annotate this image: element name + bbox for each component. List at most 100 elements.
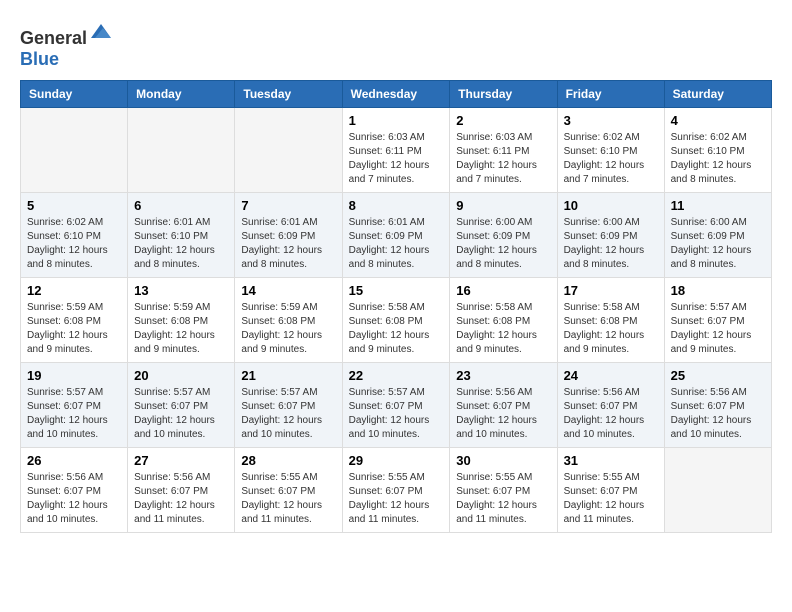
calendar-cell: 2 Sunrise: 6:03 AM Sunset: 6:11 PM Dayli… xyxy=(450,108,557,193)
day-info: Sunrise: 5:59 AM Sunset: 6:08 PM Dayligh… xyxy=(241,301,335,357)
calendar-cell: 3 Sunrise: 6:02 AM Sunset: 6:10 PM Dayli… xyxy=(557,108,664,193)
day-number: 11 xyxy=(671,198,765,213)
day-info: Sunrise: 6:00 AM Sunset: 6:09 PM Dayligh… xyxy=(456,216,550,272)
weekday-sunday: Sunday xyxy=(21,81,128,108)
day-number: 17 xyxy=(564,283,658,298)
day-info: Sunrise: 5:55 AM Sunset: 6:07 PM Dayligh… xyxy=(349,471,444,527)
day-info: Sunrise: 5:59 AM Sunset: 6:08 PM Dayligh… xyxy=(134,301,228,357)
day-number: 25 xyxy=(671,368,765,383)
day-number: 6 xyxy=(134,198,228,213)
calendar-cell xyxy=(664,448,771,533)
calendar-week-2: 5 Sunrise: 6:02 AM Sunset: 6:10 PM Dayli… xyxy=(21,193,772,278)
day-number: 5 xyxy=(27,198,121,213)
day-info: Sunrise: 6:01 AM Sunset: 6:10 PM Dayligh… xyxy=(134,216,228,272)
calendar-cell: 14 Sunrise: 5:59 AM Sunset: 6:08 PM Dayl… xyxy=(235,278,342,363)
day-number: 21 xyxy=(241,368,335,383)
day-info: Sunrise: 6:02 AM Sunset: 6:10 PM Dayligh… xyxy=(27,216,121,272)
day-number: 8 xyxy=(349,198,444,213)
day-number: 15 xyxy=(349,283,444,298)
day-info: Sunrise: 6:03 AM Sunset: 6:11 PM Dayligh… xyxy=(349,131,444,187)
calendar-cell: 12 Sunrise: 5:59 AM Sunset: 6:08 PM Dayl… xyxy=(21,278,128,363)
day-info: Sunrise: 5:58 AM Sunset: 6:08 PM Dayligh… xyxy=(456,301,550,357)
weekday-saturday: Saturday xyxy=(664,81,771,108)
calendar-cell: 11 Sunrise: 6:00 AM Sunset: 6:09 PM Dayl… xyxy=(664,193,771,278)
calendar-week-4: 19 Sunrise: 5:57 AM Sunset: 6:07 PM Dayl… xyxy=(21,363,772,448)
day-number: 2 xyxy=(456,113,550,128)
day-number: 27 xyxy=(134,453,228,468)
day-info: Sunrise: 5:55 AM Sunset: 6:07 PM Dayligh… xyxy=(564,471,658,527)
calendar-cell: 5 Sunrise: 6:02 AM Sunset: 6:10 PM Dayli… xyxy=(21,193,128,278)
calendar-cell xyxy=(21,108,128,193)
day-number: 23 xyxy=(456,368,550,383)
calendar-cell: 17 Sunrise: 5:58 AM Sunset: 6:08 PM Dayl… xyxy=(557,278,664,363)
weekday-monday: Monday xyxy=(128,81,235,108)
calendar-cell: 4 Sunrise: 6:02 AM Sunset: 6:10 PM Dayli… xyxy=(664,108,771,193)
day-number: 3 xyxy=(564,113,658,128)
day-number: 1 xyxy=(349,113,444,128)
day-number: 24 xyxy=(564,368,658,383)
calendar-cell: 24 Sunrise: 5:56 AM Sunset: 6:07 PM Dayl… xyxy=(557,363,664,448)
day-number: 12 xyxy=(27,283,121,298)
day-info: Sunrise: 6:00 AM Sunset: 6:09 PM Dayligh… xyxy=(671,216,765,272)
day-number: 28 xyxy=(241,453,335,468)
day-number: 19 xyxy=(27,368,121,383)
calendar-cell: 22 Sunrise: 5:57 AM Sunset: 6:07 PM Dayl… xyxy=(342,363,450,448)
calendar-cell: 16 Sunrise: 5:58 AM Sunset: 6:08 PM Dayl… xyxy=(450,278,557,363)
day-info: Sunrise: 5:58 AM Sunset: 6:08 PM Dayligh… xyxy=(349,301,444,357)
day-info: Sunrise: 5:56 AM Sunset: 6:07 PM Dayligh… xyxy=(456,386,550,442)
calendar-table: SundayMondayTuesdayWednesdayThursdayFrid… xyxy=(20,80,772,533)
day-info: Sunrise: 6:00 AM Sunset: 6:09 PM Dayligh… xyxy=(564,216,658,272)
day-number: 30 xyxy=(456,453,550,468)
day-info: Sunrise: 5:58 AM Sunset: 6:08 PM Dayligh… xyxy=(564,301,658,357)
calendar-cell: 19 Sunrise: 5:57 AM Sunset: 6:07 PM Dayl… xyxy=(21,363,128,448)
day-info: Sunrise: 5:59 AM Sunset: 6:08 PM Dayligh… xyxy=(27,301,121,357)
calendar-cell: 27 Sunrise: 5:56 AM Sunset: 6:07 PM Dayl… xyxy=(128,448,235,533)
logo-general: General xyxy=(20,28,87,48)
weekday-wednesday: Wednesday xyxy=(342,81,450,108)
weekday-header-row: SundayMondayTuesdayWednesdayThursdayFrid… xyxy=(21,81,772,108)
day-number: 18 xyxy=(671,283,765,298)
calendar-cell: 23 Sunrise: 5:56 AM Sunset: 6:07 PM Dayl… xyxy=(450,363,557,448)
calendar-cell: 8 Sunrise: 6:01 AM Sunset: 6:09 PM Dayli… xyxy=(342,193,450,278)
calendar-cell: 29 Sunrise: 5:55 AM Sunset: 6:07 PM Dayl… xyxy=(342,448,450,533)
weekday-tuesday: Tuesday xyxy=(235,81,342,108)
calendar-cell: 9 Sunrise: 6:00 AM Sunset: 6:09 PM Dayli… xyxy=(450,193,557,278)
day-info: Sunrise: 5:57 AM Sunset: 6:07 PM Dayligh… xyxy=(134,386,228,442)
day-number: 7 xyxy=(241,198,335,213)
calendar-week-3: 12 Sunrise: 5:59 AM Sunset: 6:08 PM Dayl… xyxy=(21,278,772,363)
calendar-cell: 25 Sunrise: 5:56 AM Sunset: 6:07 PM Dayl… xyxy=(664,363,771,448)
calendar-cell: 31 Sunrise: 5:55 AM Sunset: 6:07 PM Dayl… xyxy=(557,448,664,533)
weekday-thursday: Thursday xyxy=(450,81,557,108)
day-info: Sunrise: 6:02 AM Sunset: 6:10 PM Dayligh… xyxy=(671,131,765,187)
day-info: Sunrise: 5:57 AM Sunset: 6:07 PM Dayligh… xyxy=(349,386,444,442)
day-info: Sunrise: 6:03 AM Sunset: 6:11 PM Dayligh… xyxy=(456,131,550,187)
day-number: 22 xyxy=(349,368,444,383)
day-info: Sunrise: 5:56 AM Sunset: 6:07 PM Dayligh… xyxy=(27,471,121,527)
day-number: 9 xyxy=(456,198,550,213)
day-info: Sunrise: 5:57 AM Sunset: 6:07 PM Dayligh… xyxy=(241,386,335,442)
calendar-cell: 1 Sunrise: 6:03 AM Sunset: 6:11 PM Dayli… xyxy=(342,108,450,193)
day-info: Sunrise: 5:56 AM Sunset: 6:07 PM Dayligh… xyxy=(134,471,228,527)
day-number: 31 xyxy=(564,453,658,468)
calendar-week-1: 1 Sunrise: 6:03 AM Sunset: 6:11 PM Dayli… xyxy=(21,108,772,193)
day-number: 16 xyxy=(456,283,550,298)
logo-icon xyxy=(89,20,113,44)
calendar-cell: 7 Sunrise: 6:01 AM Sunset: 6:09 PM Dayli… xyxy=(235,193,342,278)
calendar-header: SundayMondayTuesdayWednesdayThursdayFrid… xyxy=(21,81,772,108)
day-number: 20 xyxy=(134,368,228,383)
day-number: 13 xyxy=(134,283,228,298)
day-number: 14 xyxy=(241,283,335,298)
calendar-cell: 30 Sunrise: 5:55 AM Sunset: 6:07 PM Dayl… xyxy=(450,448,557,533)
calendar-cell: 20 Sunrise: 5:57 AM Sunset: 6:07 PM Dayl… xyxy=(128,363,235,448)
logo: General Blue xyxy=(20,20,113,70)
page-header: General Blue xyxy=(20,20,772,70)
calendar-cell: 18 Sunrise: 5:57 AM Sunset: 6:07 PM Dayl… xyxy=(664,278,771,363)
day-info: Sunrise: 5:57 AM Sunset: 6:07 PM Dayligh… xyxy=(27,386,121,442)
weekday-friday: Friday xyxy=(557,81,664,108)
calendar-cell xyxy=(128,108,235,193)
day-info: Sunrise: 5:56 AM Sunset: 6:07 PM Dayligh… xyxy=(671,386,765,442)
day-info: Sunrise: 5:57 AM Sunset: 6:07 PM Dayligh… xyxy=(671,301,765,357)
logo-blue: Blue xyxy=(20,49,59,69)
calendar-cell xyxy=(235,108,342,193)
calendar-cell: 6 Sunrise: 6:01 AM Sunset: 6:10 PM Dayli… xyxy=(128,193,235,278)
